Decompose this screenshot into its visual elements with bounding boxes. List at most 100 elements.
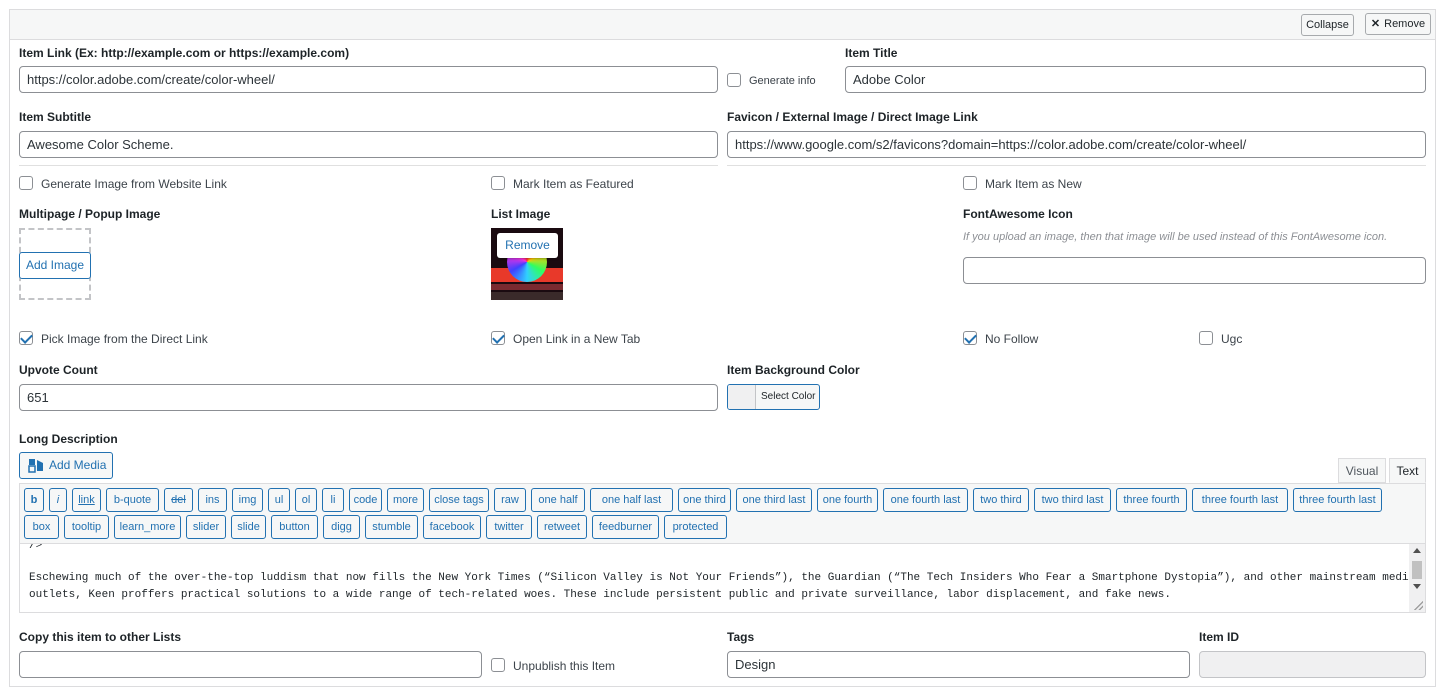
remove-label: Remove: [1384, 18, 1426, 30]
copy-lists-label: Copy this item to other Lists: [19, 630, 182, 644]
scroll-up-icon[interactable]: [1413, 548, 1421, 553]
mark-featured-label: Mark Item as Featured: [513, 177, 634, 191]
quicktag-link-button[interactable]: link: [72, 488, 101, 512]
no-follow-checkbox[interactable]: [963, 331, 977, 345]
mark-new-checkbox[interactable]: [963, 176, 977, 190]
quicktag-box-button[interactable]: box: [24, 515, 59, 539]
divider: [727, 165, 1426, 166]
item-link-label: Item Link (Ex: http://example.com or htt…: [19, 46, 350, 60]
quicktag-ins-button[interactable]: ins: [198, 488, 227, 512]
quicktag-code-button[interactable]: code: [349, 488, 382, 512]
item-id-input: [1199, 651, 1426, 678]
panel-header: [9, 9, 1436, 40]
scroll-thumb[interactable]: [1412, 561, 1422, 579]
remove-list-image-button[interactable]: Remove: [497, 233, 558, 258]
tags-input[interactable]: Design: [727, 651, 1190, 678]
quicktag-three-fourth-button[interactable]: three fourth: [1116, 488, 1187, 512]
collapse-button[interactable]: Collapse: [1301, 14, 1354, 36]
editor-line: outlets, Keen proffers practical solutio…: [29, 589, 1171, 601]
unpublish-checkbox[interactable]: [491, 658, 505, 672]
no-follow-label: No Follow: [985, 332, 1039, 346]
add-image-button[interactable]: Add Image: [19, 252, 91, 279]
generate-info-label: Generate info: [749, 75, 816, 87]
quicktag-raw-button[interactable]: raw: [494, 488, 526, 512]
fontawesome-input[interactable]: [963, 257, 1426, 284]
open-new-tab-checkbox[interactable]: [491, 331, 505, 345]
scroll-down-icon[interactable]: [1413, 584, 1421, 589]
quicktag-slide-button[interactable]: slide: [231, 515, 266, 539]
item-subtitle-input[interactable]: Awesome Color Scheme.: [19, 131, 718, 158]
quicktag-ul-button[interactable]: ul: [268, 488, 290, 512]
select-color-label: Select Color: [761, 391, 816, 402]
quicktag-more-button[interactable]: more: [387, 488, 424, 512]
quicktag-tooltip-button[interactable]: tooltip: [64, 515, 109, 539]
open-new-tab-label: Open Link in a New Tab: [513, 332, 641, 346]
quicktag-del-button[interactable]: del: [164, 488, 193, 512]
ugc-checkbox[interactable]: [1199, 331, 1213, 345]
item-id-label: Item ID: [1199, 630, 1240, 644]
unpublish-label: Unpublish this Item: [513, 659, 616, 673]
quicktag-one-half-last-button[interactable]: one half last: [590, 488, 673, 512]
pick-image-checkbox[interactable]: [19, 331, 33, 345]
fontawesome-hint: If you upload an image, then that image …: [963, 231, 1388, 243]
divider: [19, 165, 718, 166]
quicktag-one-half-button[interactable]: one half: [531, 488, 585, 512]
collapse-label: Collapse: [1306, 19, 1349, 31]
quicktag-one-third-last-button[interactable]: one third last: [736, 488, 812, 512]
generate-image-label: Generate Image from Website Link: [41, 177, 227, 191]
long-description-label: Long Description: [19, 432, 118, 446]
quicktag-ol-button[interactable]: ol: [295, 488, 317, 512]
description-editor[interactable]: /> Eschewing much of the over-the-top lu…: [19, 543, 1426, 613]
copy-lists-input[interactable]: [19, 651, 482, 678]
quicktag-two-third-last-button[interactable]: two third last: [1034, 488, 1111, 512]
fontawesome-label: FontAwesome Icon: [963, 207, 1073, 221]
quicktag-digg-button[interactable]: digg: [323, 515, 360, 539]
quicktag-button-button[interactable]: button: [271, 515, 318, 539]
select-color-button[interactable]: Select Color: [727, 384, 820, 410]
item-title-input[interactable]: Adobe Color: [845, 66, 1426, 93]
favicon-label: Favicon / External Image / Direct Image …: [727, 110, 978, 124]
quicktag-two-third-button[interactable]: two third: [973, 488, 1029, 512]
quicktag-close-tags-button[interactable]: close tags: [429, 488, 489, 512]
quicktag-protected-button[interactable]: protected: [664, 515, 727, 539]
quicktag-twitter-button[interactable]: twitter: [486, 515, 532, 539]
generate-image-checkbox[interactable]: [19, 176, 33, 190]
editor-line: />: [29, 543, 43, 552]
item-link-input[interactable]: https://color.adobe.com/create/color-whe…: [19, 66, 718, 93]
quicktag-stumble-button[interactable]: stumble: [365, 515, 418, 539]
quicktag-learn-more-button[interactable]: learn_more: [114, 515, 181, 539]
add-media-button[interactable]: Add Media: [19, 452, 113, 479]
quicktag-slider-button[interactable]: slider: [186, 515, 226, 539]
quicktag-b-button[interactable]: b: [24, 488, 44, 512]
quicktag-three-fourth-last-button[interactable]: three fourth last: [1192, 488, 1288, 512]
quicktag-feedburner-button[interactable]: feedburner: [592, 515, 659, 539]
tags-label: Tags: [727, 630, 755, 644]
quicktag-li-button[interactable]: li: [322, 488, 344, 512]
quicktag-img-button[interactable]: img: [232, 488, 263, 512]
quicktag-retweet-button[interactable]: retweet: [537, 515, 587, 539]
generate-info-checkbox[interactable]: [727, 73, 741, 87]
quicktag-b-quote-button[interactable]: b-quote: [106, 488, 159, 512]
tab-visual[interactable]: Visual: [1338, 458, 1386, 483]
upvote-input[interactable]: 651: [19, 384, 718, 411]
quicktag-one-fourth-last-button[interactable]: one fourth last: [883, 488, 968, 512]
editor-line: Eschewing much of the over-the-top luddi…: [29, 572, 1416, 584]
mark-featured-checkbox[interactable]: [491, 176, 505, 190]
quicktag-one-fourth-button[interactable]: one fourth: [817, 488, 878, 512]
bg-color-label: Item Background Color: [727, 363, 860, 377]
quicktag-three-fourth-last-button[interactable]: three fourth last: [1293, 488, 1382, 512]
close-icon: ✕: [1370, 18, 1381, 30]
remove-item-button[interactable]: ✕ Remove: [1365, 13, 1431, 35]
item-subtitle-label: Item Subtitle: [19, 110, 92, 124]
item-title-label: Item Title: [845, 46, 898, 60]
tab-text[interactable]: Text: [1389, 458, 1426, 483]
resize-handle-icon[interactable]: [1414, 601, 1423, 610]
quicktag-i-button[interactable]: i: [49, 488, 67, 512]
pick-image-label: Pick Image from the Direct Link: [41, 332, 208, 346]
quicktag-facebook-button[interactable]: facebook: [423, 515, 481, 539]
quicktag-one-third-button[interactable]: one third: [678, 488, 731, 512]
favicon-input[interactable]: https://www.google.com/s2/favicons?domai…: [727, 131, 1426, 158]
media-icon: [28, 459, 43, 473]
color-swatch: [728, 385, 756, 409]
ugc-label: Ugc: [1221, 332, 1243, 346]
